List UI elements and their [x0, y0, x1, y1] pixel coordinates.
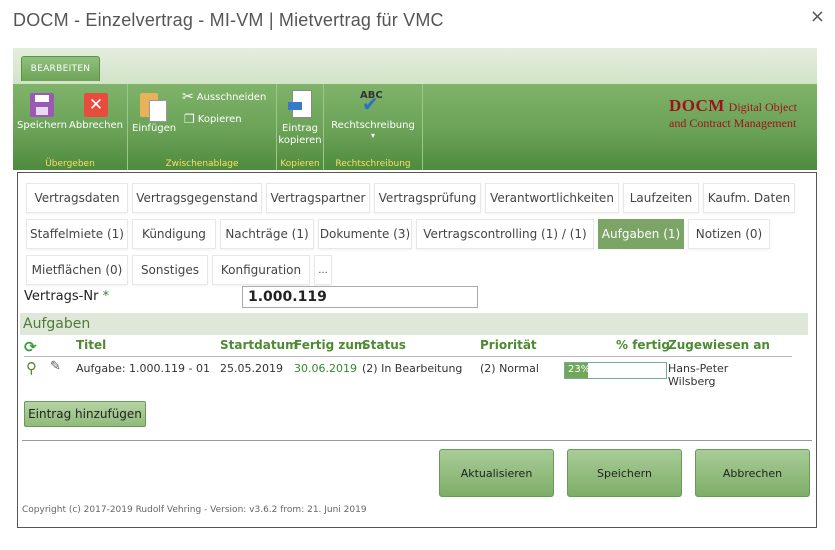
copy-label: Kopieren: [197, 113, 242, 125]
tab-nachtraege[interactable]: Nachträge (1): [220, 219, 314, 249]
cancel-button[interactable]: Abbrechen: [695, 449, 810, 497]
tab-vertragscontrolling[interactable]: Vertragscontrolling (1) / (1): [416, 219, 594, 249]
contract-number-label: Vertrags-Nr *: [24, 289, 110, 304]
tab-kaufm-daten[interactable]: Kaufm. Daten: [703, 183, 795, 213]
copy-entry-label-line2: kopieren: [278, 135, 322, 146]
task-title: Aufgabe: 1.000.119 - 01: [76, 362, 210, 375]
tab-laufzeiten[interactable]: Laufzeiten: [623, 183, 699, 213]
tab-aufgaben[interactable]: Aufgaben (1): [598, 219, 684, 249]
copy-entry-label-line1: Eintrag: [282, 123, 318, 134]
copyright-text: Copyright (c) 2017-2019 Rudolf Vehring -…: [22, 505, 367, 515]
tab-vertragspruefung[interactable]: Vertragsprüfung: [374, 183, 481, 213]
tasks-section-title: Aufgaben: [20, 313, 808, 335]
logo-line1: Digital Object: [728, 100, 797, 114]
contract-number-field[interactable]: [242, 286, 478, 308]
copy-icon: ❐: [184, 112, 195, 126]
scissors-icon: ✂: [182, 89, 194, 105]
search-icon[interactable]: ⚲: [26, 359, 37, 377]
paste-icon: [140, 90, 167, 122]
ribbon-group-uebergeben: Speichern ✕ Abbrechen Übergeben: [13, 84, 128, 170]
tab-dokumente[interactable]: Dokumente (3): [318, 219, 412, 249]
edit-pencil-icon[interactable]: ✎: [50, 359, 61, 374]
save-ribbon-label: Speichern: [17, 120, 67, 131]
tab-vertragspartner[interactable]: Vertragspartner: [266, 183, 370, 213]
window-title: DOCM - Einzelvertrag - MI-VM | Mietvertr…: [13, 10, 444, 30]
tab-mietflaechen[interactable]: Mietflächen (0): [26, 255, 128, 285]
cancel-ribbon-label: Abbrechen: [69, 120, 123, 131]
copy-button[interactable]: ❐ Kopieren: [184, 112, 242, 126]
footer-divider: [22, 440, 812, 441]
task-progress-label: 23%: [568, 364, 591, 375]
ribbon: Speichern ✕ Abbrechen Übergeben Einfügen…: [13, 84, 817, 170]
save-icon: [30, 93, 54, 117]
tab-verantwortlichkeiten[interactable]: Verantwortlichkeiten: [485, 183, 619, 213]
tab-vertragsgegenstand[interactable]: Vertragsgegenstand: [132, 183, 262, 213]
task-start: 25.05.2019: [220, 362, 283, 375]
refresh-icon[interactable]: ⟳: [24, 338, 37, 356]
spellcheck-icon: ABC ✔: [360, 90, 383, 116]
required-mark: *: [102, 289, 110, 304]
cancel-icon: ✕: [84, 93, 108, 117]
spellcheck-label: Rechtschreibung: [331, 120, 415, 131]
refresh-button[interactable]: Aktualisieren: [439, 449, 554, 497]
tab-notizen[interactable]: Notizen (0): [688, 219, 770, 249]
logo-brand: DOCM: [669, 96, 725, 115]
docm-logo: DOCM Digital Object and Contract Managem…: [669, 96, 797, 131]
ribbon-tab-bearbeiten[interactable]: BEARBEITEN: [21, 56, 100, 81]
col-priority[interactable]: Priorität: [480, 338, 537, 352]
col-status[interactable]: Status: [362, 338, 406, 352]
add-entry-button[interactable]: Eintrag hinzufügen: [24, 401, 146, 427]
group-label-kopieren: Kopieren: [280, 159, 320, 169]
save-ribbon-button[interactable]: Speichern: [17, 93, 67, 132]
task-assigned: Hans-Peter Wilsberg: [668, 362, 729, 388]
logo-line2: and Contract Management: [669, 116, 797, 130]
close-icon[interactable]: ×: [810, 6, 825, 27]
copy-entry-icon: [288, 90, 312, 120]
col-start[interactable]: Startdatum: [220, 338, 298, 352]
col-percent[interactable]: % fertig: [616, 338, 670, 352]
col-assigned[interactable]: Zugewiesen an: [668, 338, 770, 352]
ribbon-group-rechtschreibung: ABC ✔ Rechtschreibung ▾ Rechtschreibung: [324, 84, 423, 170]
ribbon-group-zwischenablage: Einfügen ✂ Ausschneiden ❐ Kopieren Zwisc…: [128, 84, 277, 170]
grid-header-divider: [24, 356, 792, 357]
paste-button[interactable]: Einfügen: [132, 90, 177, 135]
tab-sonstiges[interactable]: Sonstiges: [132, 255, 208, 285]
save-button[interactable]: Speichern: [567, 449, 682, 497]
ribbon-tabbar: BEARBEITEN: [13, 48, 817, 85]
tab-vertragsdaten[interactable]: Vertragsdaten: [26, 183, 128, 213]
cut-label: Ausschneiden: [196, 91, 267, 103]
tab-kuendigung[interactable]: Kündigung: [132, 219, 216, 249]
group-label-uebergeben: Übergeben: [45, 159, 95, 169]
cut-button[interactable]: ✂ Ausschneiden: [182, 89, 266, 105]
tab-more[interactable]: ...: [314, 255, 332, 285]
tab-staffelmiete[interactable]: Staffelmiete (1): [26, 219, 128, 249]
group-label-zwischenablage: Zwischenablage: [165, 159, 239, 169]
paste-label: Einfügen: [132, 123, 177, 134]
col-title[interactable]: Titel: [76, 338, 106, 352]
cancel-ribbon-button[interactable]: ✕ Abbrechen: [69, 93, 123, 132]
tab-konfiguration[interactable]: Konfiguration: [212, 255, 310, 285]
group-label-rechtschreibung: Rechtschreibung: [335, 159, 411, 169]
chevron-down-icon: ▾: [370, 131, 375, 140]
task-progress-bar: 23%: [564, 362, 667, 379]
task-priority: (2) Normal: [480, 362, 539, 375]
copy-entry-button[interactable]: Eintrag kopieren: [278, 90, 322, 147]
main-panel: Vertragsdaten Vertragsgegenstand Vertrag…: [17, 172, 817, 528]
task-status: (2) In Bearbeitung: [362, 362, 463, 375]
ribbon-group-kopieren: Eintrag kopieren Kopieren: [277, 84, 324, 170]
task-due: 30.06.2019: [294, 362, 357, 375]
col-due[interactable]: Fertig zum: [294, 338, 366, 352]
spellcheck-button[interactable]: ABC ✔ Rechtschreibung ▾: [330, 90, 416, 140]
